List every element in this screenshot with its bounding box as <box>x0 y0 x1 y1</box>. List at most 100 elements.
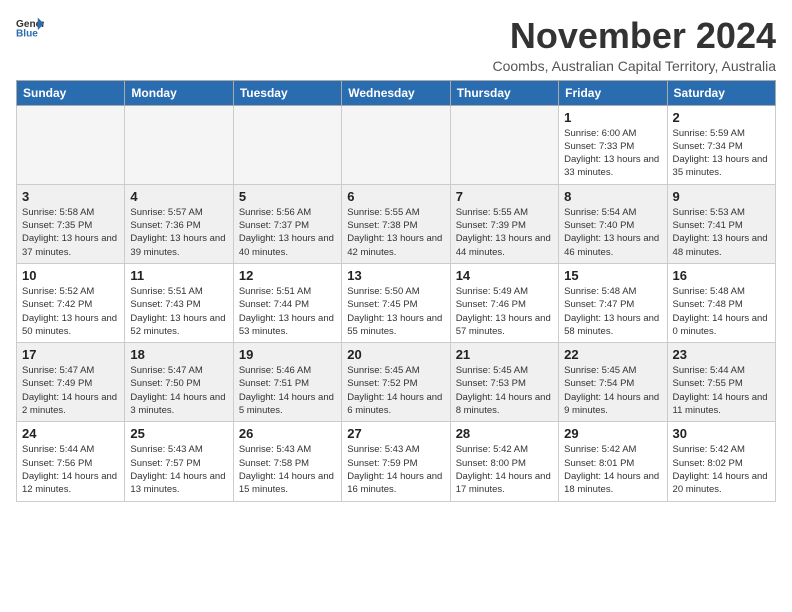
day-info: Sunrise: 5:45 AM Sunset: 7:53 PM Dayligh… <box>456 364 553 417</box>
calendar-cell: 24Sunrise: 5:44 AM Sunset: 7:56 PM Dayli… <box>17 422 125 501</box>
day-info: Sunrise: 5:55 AM Sunset: 7:38 PM Dayligh… <box>347 206 444 259</box>
day-info: Sunrise: 5:52 AM Sunset: 7:42 PM Dayligh… <box>22 285 119 338</box>
calendar-cell: 13 Sunrise: 5:50 AM Sunset: 7:45 PM Dayli… <box>342 263 450 342</box>
calendar-cell: 7 Sunrise: 5:55 AM Sunset: 7:39 PM Daylig… <box>450 184 558 263</box>
day-number: 3 <box>22 189 119 204</box>
location-title: Coombs, Australian Capital Territory, Au… <box>493 58 777 74</box>
day-number: 7 <box>456 189 553 204</box>
day-info: Sunrise: 5:45 AM Sunset: 7:54 PM Dayligh… <box>564 364 661 417</box>
calendar-cell <box>125 105 233 184</box>
day-info: Sunrise: 5:42 AM Sunset: 8:02 PM Dayligh… <box>673 443 770 496</box>
day-number: 4 <box>130 189 227 204</box>
calendar-cell: 29Sunrise: 5:42 AM Sunset: 8:01 PM Dayli… <box>559 422 667 501</box>
day-number: 28 <box>456 426 553 441</box>
day-info: Sunrise: 5:46 AM Sunset: 7:51 PM Dayligh… <box>239 364 336 417</box>
calendar-cell: 10 Sunrise: 5:52 AM Sunset: 7:42 PM Dayli… <box>17 263 125 342</box>
day-number: 9 <box>673 189 770 204</box>
calendar-week-row: 3 Sunrise: 5:58 AM Sunset: 7:35 PM Daylig… <box>17 184 776 263</box>
calendar-cell: 9 Sunrise: 5:53 AM Sunset: 7:41 PM Daylig… <box>667 184 775 263</box>
calendar-cell: 25 Sunrise: 5:43 AM Sunset: 7:57 PM Dayli… <box>125 422 233 501</box>
day-number: 25 <box>130 426 227 441</box>
calendar-cell: 23 Sunrise: 5:44 AM Sunset: 7:55 PM Dayli… <box>667 343 775 422</box>
day-info: Sunrise: 5:43 AM Sunset: 7:59 PM Dayligh… <box>347 443 444 496</box>
day-info: Sunrise: 5:50 AM Sunset: 7:45 PM Dayligh… <box>347 285 444 338</box>
day-number: 15 <box>564 268 661 283</box>
day-number: 5 <box>239 189 336 204</box>
header: General Blue November 2024 Coombs, Austr… <box>16 16 776 74</box>
day-number: 2 <box>673 110 770 125</box>
day-number: 27 <box>347 426 444 441</box>
day-info: Sunrise: 5:56 AM Sunset: 7:37 PM Dayligh… <box>239 206 336 259</box>
day-number: 29 <box>564 426 661 441</box>
calendar-week-row: 17 Sunrise: 5:47 AM Sunset: 7:49 PM Dayli… <box>17 343 776 422</box>
day-number: 10 <box>22 268 119 283</box>
calendar-cell: 22 Sunrise: 5:45 AM Sunset: 7:54 PM Dayli… <box>559 343 667 422</box>
day-number: 20 <box>347 347 444 362</box>
day-number: 8 <box>564 189 661 204</box>
day-number: 17 <box>22 347 119 362</box>
calendar-cell: 27 Sunrise: 5:43 AM Sunset: 7:59 PM Dayli… <box>342 422 450 501</box>
day-info: Sunrise: 5:57 AM Sunset: 7:36 PM Dayligh… <box>130 206 227 259</box>
calendar-header-saturday: Saturday <box>667 80 775 105</box>
calendar-cell: 5 Sunrise: 5:56 AM Sunset: 7:37 PM Daylig… <box>233 184 341 263</box>
calendar-cell <box>450 105 558 184</box>
day-info: Sunrise: 5:59 AM Sunset: 7:34 PM Dayligh… <box>673 127 770 180</box>
day-info: Sunrise: 5:43 AM Sunset: 7:58 PM Dayligh… <box>239 443 336 496</box>
month-title: November 2024 <box>493 16 777 56</box>
day-number: 30 <box>673 426 770 441</box>
calendar-week-row: 10 Sunrise: 5:52 AM Sunset: 7:42 PM Dayli… <box>17 263 776 342</box>
calendar-header-wednesday: Wednesday <box>342 80 450 105</box>
calendar-cell: 26Sunrise: 5:43 AM Sunset: 7:58 PM Dayli… <box>233 422 341 501</box>
day-info: Sunrise: 5:49 AM Sunset: 7:46 PM Dayligh… <box>456 285 553 338</box>
day-number: 22 <box>564 347 661 362</box>
calendar-cell: 6 Sunrise: 5:55 AM Sunset: 7:38 PM Daylig… <box>342 184 450 263</box>
day-info: Sunrise: 5:51 AM Sunset: 7:44 PM Dayligh… <box>239 285 336 338</box>
calendar-header-tuesday: Tuesday <box>233 80 341 105</box>
day-info: Sunrise: 5:47 AM Sunset: 7:50 PM Dayligh… <box>130 364 227 417</box>
day-number: 13 <box>347 268 444 283</box>
day-info: Sunrise: 5:45 AM Sunset: 7:52 PM Dayligh… <box>347 364 444 417</box>
calendar-header-row: SundayMondayTuesdayWednesdayThursdayFrid… <box>17 80 776 105</box>
day-info: Sunrise: 5:42 AM Sunset: 8:00 PM Dayligh… <box>456 443 553 496</box>
day-info: Sunrise: 5:48 AM Sunset: 7:48 PM Dayligh… <box>673 285 770 338</box>
calendar-cell: 17 Sunrise: 5:47 AM Sunset: 7:49 PM Dayli… <box>17 343 125 422</box>
calendar-cell <box>233 105 341 184</box>
day-number: 1 <box>564 110 661 125</box>
logo: General Blue <box>16 16 44 38</box>
calendar-cell: 8 Sunrise: 5:54 AM Sunset: 7:40 PM Daylig… <box>559 184 667 263</box>
calendar-header-monday: Monday <box>125 80 233 105</box>
day-info: Sunrise: 5:53 AM Sunset: 7:41 PM Dayligh… <box>673 206 770 259</box>
day-info: Sunrise: 5:48 AM Sunset: 7:47 PM Dayligh… <box>564 285 661 338</box>
calendar: SundayMondayTuesdayWednesdayThursdayFrid… <box>16 80 776 502</box>
calendar-header-sunday: Sunday <box>17 80 125 105</box>
day-number: 19 <box>239 347 336 362</box>
day-number: 14 <box>456 268 553 283</box>
day-info: Sunrise: 5:51 AM Sunset: 7:43 PM Dayligh… <box>130 285 227 338</box>
calendar-cell: 19 Sunrise: 5:46 AM Sunset: 7:51 PM Dayli… <box>233 343 341 422</box>
calendar-cell <box>17 105 125 184</box>
calendar-cell: 1 Sunrise: 6:00 AM Sunset: 7:33 PM Daylig… <box>559 105 667 184</box>
calendar-header-thursday: Thursday <box>450 80 558 105</box>
calendar-cell: 12 Sunrise: 5:51 AM Sunset: 7:44 PM Dayli… <box>233 263 341 342</box>
day-info: Sunrise: 5:44 AM Sunset: 7:56 PM Dayligh… <box>22 443 119 496</box>
calendar-cell: 18Sunrise: 5:47 AM Sunset: 7:50 PM Dayli… <box>125 343 233 422</box>
calendar-cell: 30 Sunrise: 5:42 AM Sunset: 8:02 PM Dayli… <box>667 422 775 501</box>
day-info: Sunrise: 5:54 AM Sunset: 7:40 PM Dayligh… <box>564 206 661 259</box>
day-info: Sunrise: 6:00 AM Sunset: 7:33 PM Dayligh… <box>564 127 661 180</box>
day-number: 6 <box>347 189 444 204</box>
day-info: Sunrise: 5:43 AM Sunset: 7:57 PM Dayligh… <box>130 443 227 496</box>
svg-text:Blue: Blue <box>16 28 38 38</box>
day-info: Sunrise: 5:47 AM Sunset: 7:49 PM Dayligh… <box>22 364 119 417</box>
calendar-week-row: 1 Sunrise: 6:00 AM Sunset: 7:33 PM Daylig… <box>17 105 776 184</box>
title-area: November 2024 Coombs, Australian Capital… <box>493 16 777 74</box>
day-info: Sunrise: 5:58 AM Sunset: 7:35 PM Dayligh… <box>22 206 119 259</box>
day-info: Sunrise: 5:55 AM Sunset: 7:39 PM Dayligh… <box>456 206 553 259</box>
day-number: 21 <box>456 347 553 362</box>
calendar-week-row: 24Sunrise: 5:44 AM Sunset: 7:56 PM Dayli… <box>17 422 776 501</box>
day-number: 23 <box>673 347 770 362</box>
day-info: Sunrise: 5:44 AM Sunset: 7:55 PM Dayligh… <box>673 364 770 417</box>
calendar-cell: 21 Sunrise: 5:45 AM Sunset: 7:53 PM Dayli… <box>450 343 558 422</box>
calendar-cell: 3 Sunrise: 5:58 AM Sunset: 7:35 PM Daylig… <box>17 184 125 263</box>
calendar-cell: 28 Sunrise: 5:42 AM Sunset: 8:00 PM Dayli… <box>450 422 558 501</box>
day-number: 12 <box>239 268 336 283</box>
